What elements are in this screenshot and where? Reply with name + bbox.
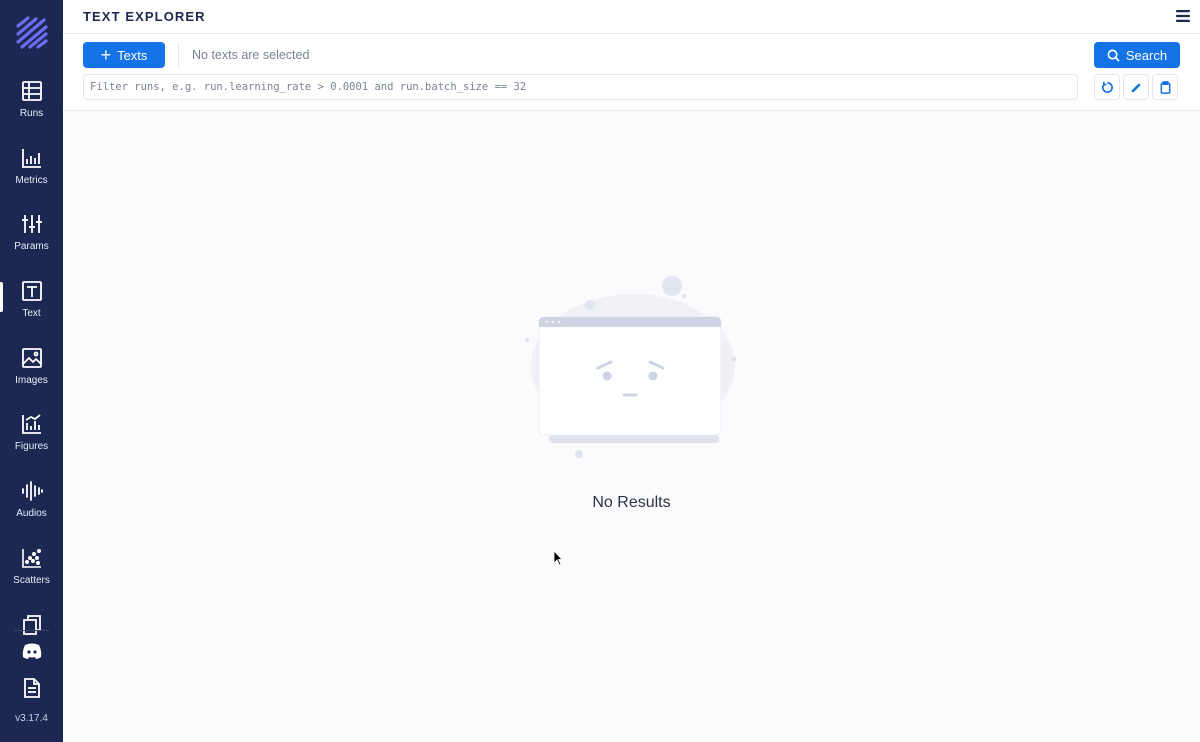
page-title: TEXT EXPLORER <box>83 9 206 24</box>
logo-icon[interactable] <box>16 16 48 50</box>
sidebar-item-runs[interactable]: Runs <box>0 66 63 132</box>
sidebar-divider <box>14 630 49 631</box>
sliders-icon <box>21 215 42 233</box>
discord-icon[interactable] <box>21 640 43 662</box>
sidebar-item-audios[interactable]: Audios <box>0 466 63 532</box>
scatter-icon <box>21 548 41 568</box>
sidebar-item-label: Params <box>14 241 49 252</box>
reset-query-button[interactable] <box>1094 74 1120 100</box>
search-label: Search <box>1125 47 1168 63</box>
clipboard-icon <box>1160 80 1170 94</box>
add-texts-label: Texts <box>117 47 148 63</box>
sidebar-item-label: Audios <box>16 508 47 519</box>
sidebar-item-metrics[interactable]: Metrics <box>0 133 63 199</box>
text-icon <box>21 281 42 301</box>
empty-state-illustration <box>525 276 737 458</box>
figures-icon <box>21 414 41 434</box>
sidebar-item-scatters[interactable]: Scatters <box>0 533 63 599</box>
copy-icon[interactable] <box>21 614 43 636</box>
version-label: v3.17.4 <box>15 713 48 724</box>
sidebar-item-label: Scatters <box>13 575 50 586</box>
sidebar-item-figures[interactable]: Figures <box>0 399 63 465</box>
filter-runs-input[interactable] <box>83 74 1078 100</box>
mouse-cursor-icon <box>553 550 563 566</box>
search-button[interactable]: Search <box>1094 42 1180 68</box>
sidebar-item-label: Metrics <box>15 175 48 186</box>
toolbar-divider <box>178 42 179 68</box>
sidebar-item-label: Runs <box>19 108 44 119</box>
bar-chart-icon <box>21 149 41 168</box>
page-header: TEXT EXPLORER <box>63 0 1200 34</box>
hamburger-menu-icon[interactable] <box>1176 10 1190 22</box>
audio-wave-icon <box>21 481 43 501</box>
sidebar-item-label: Figures <box>14 441 49 452</box>
no-results-message: No Results <box>592 494 671 511</box>
pencil-icon <box>1131 82 1141 92</box>
explorer-toolbar: + Texts No texts are selected Search <box>63 34 1200 111</box>
copy-query-button[interactable] <box>1152 74 1178 100</box>
search-icon <box>1107 49 1120 62</box>
sidebar-item-text[interactable]: Text <box>0 266 63 332</box>
sidebar-item-params[interactable]: Params <box>0 199 63 265</box>
sidebar-item-label: Text <box>22 308 41 319</box>
selection-status: No texts are selected <box>192 48 310 62</box>
explorer-content: No Results <box>63 111 1200 742</box>
add-texts-button[interactable]: + Texts <box>83 42 165 68</box>
edit-query-button[interactable] <box>1123 74 1149 100</box>
sidebar-item-label: Images <box>15 375 48 386</box>
sidebar: Runs Metrics Params Text Images Figures <box>0 0 63 742</box>
image-icon <box>21 348 42 368</box>
sidebar-item-images[interactable]: Images <box>0 333 63 399</box>
plus-icon: + <box>100 45 112 65</box>
table-icon <box>21 81 42 101</box>
refresh-icon <box>1101 81 1113 93</box>
docs-icon[interactable] <box>21 677 43 699</box>
